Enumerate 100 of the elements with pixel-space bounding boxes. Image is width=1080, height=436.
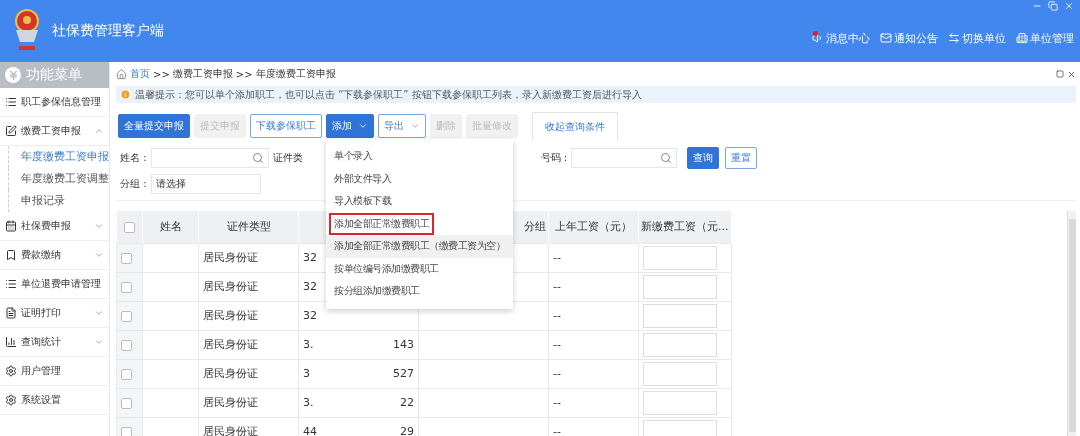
document-icon <box>5 307 17 319</box>
settings-icon <box>5 394 17 406</box>
sidebar-item[interactable]: 费款缴纳 <box>0 241 109 270</box>
checkbox[interactable] <box>121 310 132 322</box>
table-cell: -- <box>553 251 561 264</box>
wage-input[interactable] <box>643 303 717 328</box>
sidebar-subitem[interactable]: 申报记录 <box>8 190 65 212</box>
group-select[interactable]: 请选择 <box>150 174 261 194</box>
tip-text: 温馨提示：您可以单个添加职工，也可以点击 “下载参保职工” 按钮下载参保职工列表，录入新缴费工资后进行导入 <box>135 87 642 102</box>
checkbox[interactable] <box>121 252 132 264</box>
table-cell: 527 <box>393 367 414 380</box>
menu-title: 功能菜单 <box>26 66 82 84</box>
menu-item[interactable]: 导入模板下载 <box>326 190 513 213</box>
checkbox[interactable] <box>121 397 132 409</box>
table-cell: -- <box>553 280 561 293</box>
wage-input[interactable] <box>643 390 717 415</box>
header-link[interactable]: 切换单位 <box>948 30 1006 46</box>
toolbar-button[interactable]: 全量提交申报 <box>118 114 190 138</box>
table-cell: 22 <box>400 396 414 409</box>
table-cell: -- <box>553 338 561 351</box>
sidebar-subitem[interactable]: 年度缴费工资调整 <box>8 168 109 190</box>
header-link[interactable]: 单位管理 <box>1016 30 1074 46</box>
menu-item[interactable]: 按单位编号添加缴费职工 <box>326 257 513 280</box>
maximize-icon[interactable] <box>1056 70 1064 78</box>
name-field[interactable] <box>150 148 269 168</box>
sidebar-item[interactable]: 查询统计 <box>0 328 109 357</box>
mail-icon <box>880 32 892 44</box>
breadcrumb-item: 年度缴费工资申报 <box>255 67 336 81</box>
scrollbar[interactable] <box>1067 211 1076 436</box>
column-header: 上年工资（元） <box>555 220 632 234</box>
header-link[interactable]: 通知公告 <box>880 30 938 46</box>
menu-item[interactable]: 单个录入 <box>326 145 513 168</box>
sidebar-item[interactable]: 证明打印 <box>0 299 109 328</box>
reset-button[interactable]: 重置 <box>725 147 758 169</box>
query-button[interactable]: 查询 <box>687 147 720 169</box>
table-cell: 29 <box>400 425 414 436</box>
toolbar-button[interactable]: 下载参保职工 <box>250 114 322 138</box>
table-cell: 居民身份证 <box>203 280 258 293</box>
sidebar-item[interactable]: 缴费工资申报 <box>0 117 109 146</box>
search-icon <box>251 152 264 164</box>
wage-input[interactable] <box>643 419 717 436</box>
menu-item[interactable]: 添加全部正常缴费职工（缴费工资为空） <box>326 235 513 258</box>
field-label: 证件类 <box>272 151 303 165</box>
id-number-field[interactable] <box>571 148 678 168</box>
table-cell: 居民身份证 <box>203 425 258 436</box>
swap-icon <box>948 32 960 44</box>
menu-item[interactable]: 按分组添加缴费职工 <box>326 280 513 303</box>
table-cell: 居民身份证 <box>203 396 258 409</box>
close-icon[interactable] <box>1067 69 1076 79</box>
sidebar-subitem[interactable]: 年度缴费工资申报 <box>8 146 109 168</box>
table-cell: -- <box>553 396 561 409</box>
calendar-icon <box>5 220 17 232</box>
checkbox[interactable] <box>121 426 132 436</box>
checkbox[interactable] <box>123 221 135 233</box>
app-title: 社保费管理客户端 <box>52 22 165 40</box>
table-cell: -- <box>553 309 561 322</box>
column-header: 分组 <box>524 220 546 234</box>
home-icon <box>116 68 127 80</box>
table-cell: -- <box>553 425 561 436</box>
bookmark-icon <box>5 249 17 261</box>
table-cell: 居民身份证 <box>203 338 258 351</box>
menu-item[interactable]: 外部文件导入 <box>326 167 513 190</box>
collapse-tab[interactable]: 收起查询条件 <box>532 112 618 140</box>
table-cell: -- <box>553 367 561 380</box>
column-header: 姓名 <box>159 220 182 234</box>
checkbox[interactable] <box>121 339 132 351</box>
settings-icon <box>5 365 17 377</box>
restore-icon[interactable] <box>1048 1 1058 11</box>
field-label: 姓名 : <box>120 151 147 165</box>
search-icon <box>660 152 673 164</box>
sidebar-item[interactable]: 社保费申报 <box>0 212 109 241</box>
table-cell: 3. <box>303 396 314 409</box>
table-cell: 32 <box>303 280 317 293</box>
field-label: 分组 : <box>120 177 147 191</box>
chart-icon <box>5 336 17 348</box>
header-link[interactable]: 消息中心 <box>812 30 870 46</box>
breadcrumb-item: 缴费工资申报 <box>172 67 233 81</box>
wage-input[interactable] <box>643 245 717 270</box>
toolbar-button[interactable]: 添加 <box>326 114 374 138</box>
sidebar-item[interactable]: 职工参保信息管理 <box>0 88 109 117</box>
wage-input[interactable] <box>643 361 717 386</box>
close-icon[interactable] <box>1064 1 1074 11</box>
checkbox[interactable] <box>121 368 132 380</box>
building-icon <box>1016 32 1028 44</box>
toolbar-button[interactable]: 导出 <box>378 114 426 138</box>
table-cell: 3. <box>303 338 314 351</box>
breadcrumb-separator: >> <box>235 68 253 80</box>
wage-input[interactable] <box>643 332 717 357</box>
sidebar-item[interactable]: 用户管理 <box>0 357 109 386</box>
column-header: 证件类型 <box>226 220 271 234</box>
checkbox[interactable] <box>121 281 132 293</box>
breadcrumb-link[interactable]: 首页 <box>130 67 150 81</box>
info-icon <box>120 89 131 100</box>
table-cell: 居民身份证 <box>203 251 258 264</box>
yen-icon <box>5 67 21 83</box>
sidebar-item[interactable]: 系统设置 <box>0 386 109 415</box>
sidebar-item[interactable]: 单位退费申请管理 <box>0 270 109 299</box>
breadcrumb-separator: >> <box>153 68 170 80</box>
table-cell: 居民身份证 <box>203 309 258 322</box>
wage-input[interactable] <box>643 274 717 299</box>
